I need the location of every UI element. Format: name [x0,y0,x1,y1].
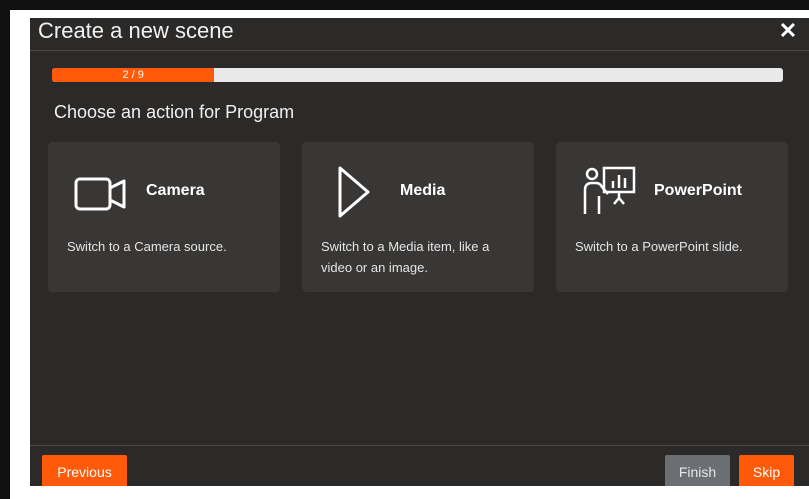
window-border-left [10,10,30,488]
screen: Create a new scene ✕ 2 / 9 Choose an act… [0,0,809,499]
progress-bar: 2 / 9 [52,68,783,82]
finish-button[interactable]: Finish [665,455,730,486]
card-description: Switch to a PowerPoint slide. [575,239,743,254]
window-border-top [10,10,809,18]
video-camera-icon [74,177,126,211]
card-title: Media [400,182,446,199]
play-triangle-icon [338,166,370,218]
close-icon: ✕ [778,18,798,43]
action-subheading: Choose an action for Program [54,102,295,122]
close-button[interactable]: ✕ [777,20,799,42]
card-title: PowerPoint [654,182,743,199]
footer-divider [30,445,809,446]
presenter-board-icon [583,166,636,214]
skip-button[interactable]: Skip [739,455,794,486]
media-action-card[interactable]: Media Switch to a Media item, like a vid… [302,142,534,292]
previous-button[interactable]: Previous [42,455,127,486]
window-border-bottom [10,486,809,499]
dialog-title: Create a new scene [38,18,234,43]
progress-label: 2 / 9 [122,69,144,81]
card-title: Camera [146,182,205,199]
card-description: Switch to a Media item, like a video or … [321,239,490,275]
powerpoint-action-card[interactable]: PowerPoint Switch to a PowerPoint slide. [556,142,788,292]
card-description: Switch to a Camera source. [67,239,227,254]
create-scene-dialog: Create a new scene ✕ 2 / 9 Choose an act… [30,18,809,486]
camera-action-card[interactable]: Camera Switch to a Camera source. [48,142,280,292]
header-divider [30,50,809,51]
